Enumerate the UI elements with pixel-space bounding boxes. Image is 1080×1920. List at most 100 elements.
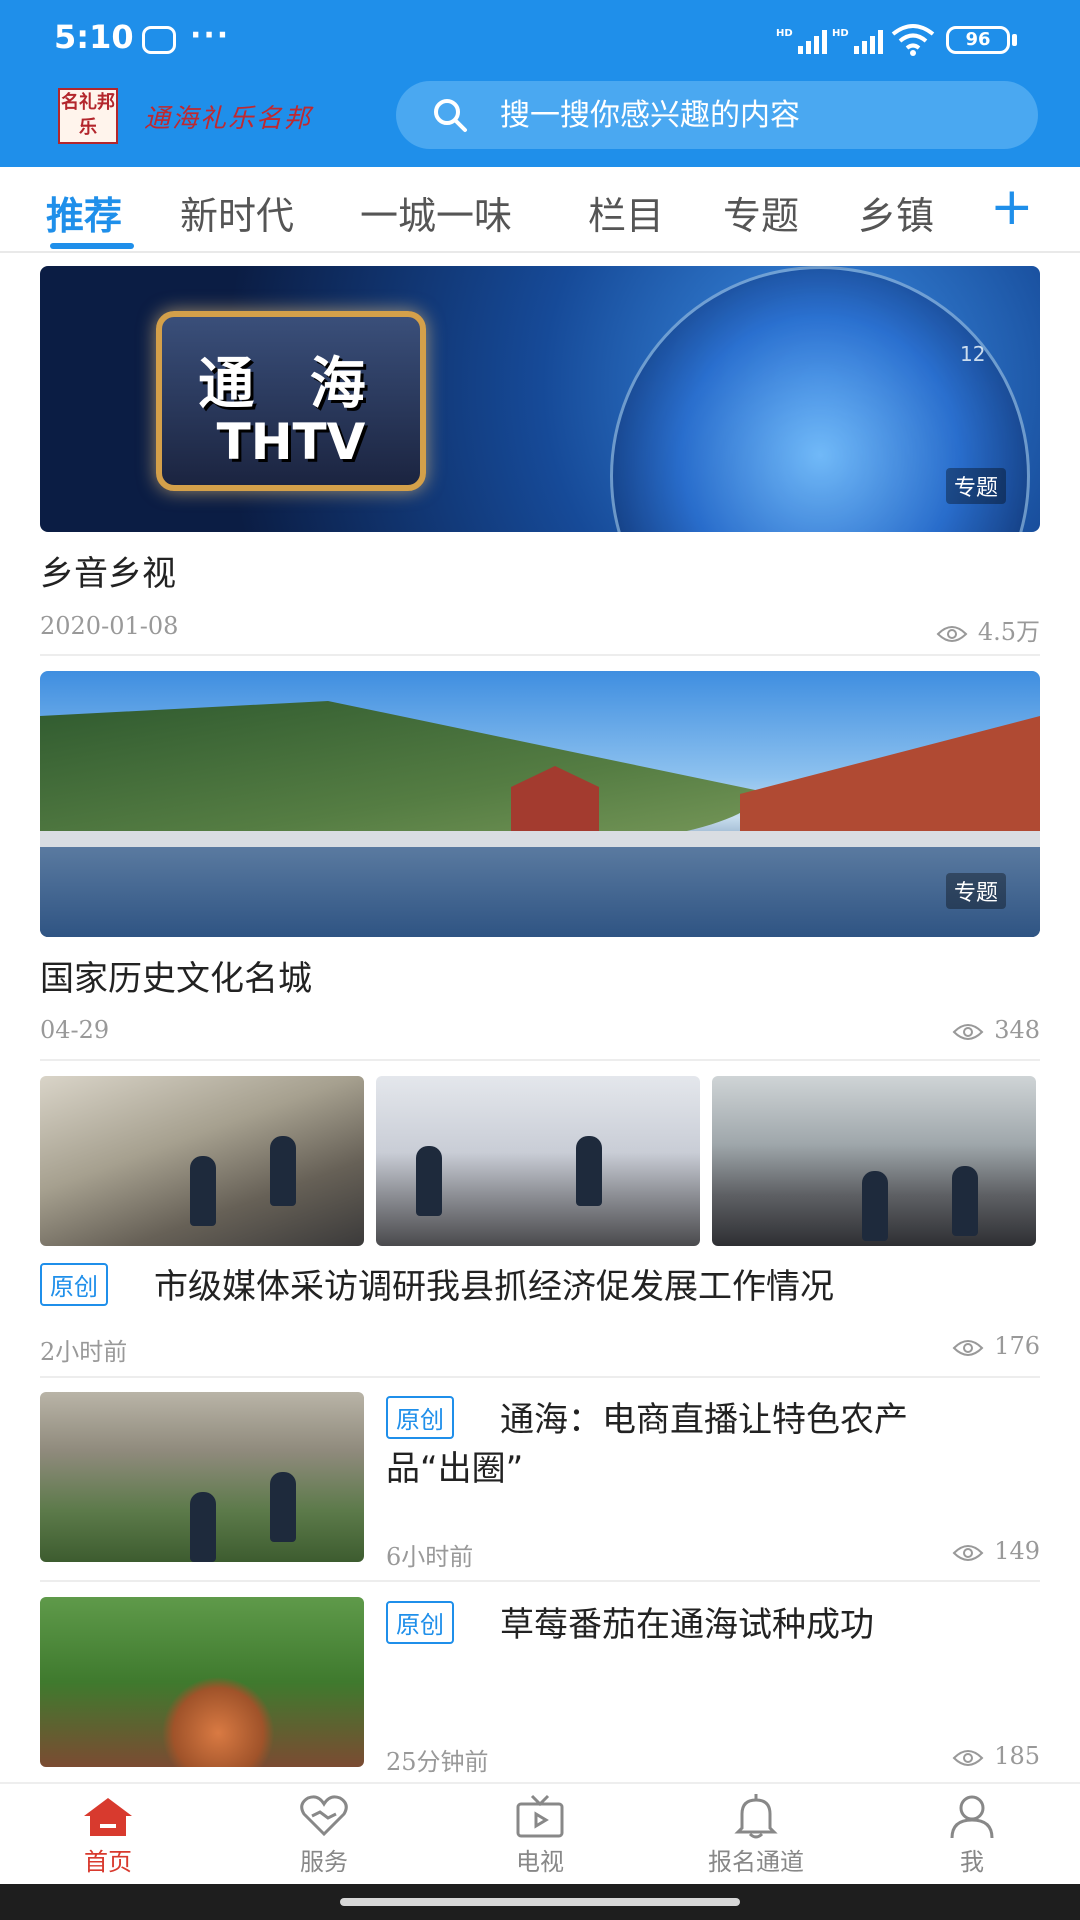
nav-registration[interactable]: 报名通道 (648, 1792, 864, 1877)
eye-icon (952, 1023, 984, 1040)
article-photo[interactable] (376, 1076, 700, 1246)
tab-new-era[interactable]: 新时代 (180, 185, 294, 240)
nav-label: 电视 (516, 1848, 564, 1876)
system-gesture-bar (0, 1884, 1080, 1920)
nav-service[interactable]: 服务 (216, 1792, 432, 1877)
divider (40, 1580, 1040, 1582)
nav-tv[interactable]: 电视 (432, 1792, 648, 1877)
view-count: 185 (870, 1742, 1040, 1770)
add-tab-button[interactable]: + (990, 177, 1034, 237)
status-bar: 5:10 ··· HD HD 96 (0, 0, 1080, 78)
view-count-value: 4.5万 (977, 618, 1040, 646)
view-count-value: 149 (994, 1537, 1040, 1565)
thtv-logo-box: 通 海 THTV (156, 311, 426, 491)
hill-graphic (40, 701, 760, 851)
thtv-logo-cn: 通 海 (198, 352, 384, 417)
eye-icon (952, 1339, 984, 1356)
view-count: 4.5万 (870, 612, 1040, 647)
photo-figure (190, 1156, 216, 1226)
article-time: 6小时前 (386, 1543, 474, 1571)
more-notifications-icon: ··· (190, 18, 231, 53)
home-icon (84, 1798, 132, 1836)
article-thumbnail[interactable] (40, 1597, 364, 1767)
tab-recommend[interactable]: 推荐 (46, 185, 122, 240)
nav-label: 报名通道 (708, 1848, 804, 1876)
search-icon (434, 99, 467, 132)
search-bar[interactable] (396, 81, 1038, 149)
search-input[interactable] (500, 91, 1010, 139)
article-title[interactable]: 乡音乡视 (40, 546, 176, 595)
user-icon (950, 1795, 994, 1839)
service-icon (300, 1795, 348, 1837)
app-logo[interactable]: 名礼邦乐 (58, 88, 118, 144)
eye-icon (936, 625, 968, 642)
article-thumbnail[interactable] (40, 1392, 364, 1562)
active-tab-indicator (50, 243, 134, 249)
battery-tip (1012, 34, 1017, 46)
bottom-navigation: 首页 服务 电视 报名通道 我 (0, 1782, 1080, 1884)
original-tag: 原创 (386, 1396, 454, 1439)
message-icon (142, 26, 176, 54)
photo-figure (862, 1171, 888, 1241)
nav-home[interactable]: 首页 (0, 1792, 216, 1877)
divider (40, 1059, 1040, 1061)
view-count-value: 348 (994, 1016, 1040, 1044)
photo-figure (576, 1136, 602, 1206)
divider (40, 1376, 1040, 1378)
nav-label: 服务 (300, 1848, 348, 1876)
tab-topics[interactable]: 专题 (723, 185, 799, 240)
nav-label: 首页 (84, 1848, 132, 1876)
original-tag: 原创 (386, 1601, 454, 1644)
wifi-icon (891, 24, 935, 56)
photo-figure (190, 1492, 216, 1562)
view-count: 348 (870, 1016, 1040, 1044)
article-date: 04-29 (40, 1016, 110, 1044)
view-count: 149 (870, 1537, 1040, 1565)
svg-text:HD: HD (776, 28, 793, 39)
hd-signal-icon: HD (832, 28, 883, 54)
tab-columns[interactable]: 栏目 (588, 185, 664, 240)
svg-text:HD: HD (832, 28, 849, 39)
topic-badge: 专题 (945, 468, 1006, 504)
nav-me[interactable]: 我 (864, 1792, 1080, 1877)
thtv-logo-en: THTV (216, 413, 366, 471)
home-gesture-handle[interactable] (340, 1898, 740, 1906)
topic-badge: 专题 (945, 873, 1006, 909)
water-graphic (40, 847, 1040, 937)
article-time: 2小时前 (40, 1338, 128, 1366)
tab-city-flavor[interactable]: 一城一味 (360, 185, 512, 240)
banner-image-thtv[interactable]: 通 海 THTV 12 专题 (40, 266, 1040, 532)
battery-icon: 96 (946, 26, 1010, 54)
tab-towns[interactable]: 乡镇 (858, 185, 934, 240)
photo-figure (952, 1166, 978, 1236)
original-tag: 原创 (40, 1263, 108, 1306)
article-title[interactable]: 市级媒体采访调研我县抓经济促发展工作情况 (154, 1259, 834, 1308)
category-tabs: 推荐 新时代 一城一味 栏目 专题 乡镇 + (0, 167, 1080, 253)
hd-signal-icon: HD (776, 28, 827, 54)
photo-figure (270, 1472, 296, 1542)
photo-figure (416, 1146, 442, 1216)
banner-image-historic-city[interactable]: 专题 (40, 671, 1040, 937)
railing-graphic (40, 831, 1040, 847)
article-time: 25分钟前 (386, 1748, 489, 1776)
view-count: 176 (870, 1332, 1040, 1360)
divider (40, 654, 1040, 656)
status-time: 5:10 (54, 18, 134, 56)
article-title-line2[interactable]: 品“出圈” (386, 1441, 523, 1490)
app-header: 5:10 ··· HD HD 96 名礼邦乐 通海礼乐名邦 (0, 0, 1080, 167)
article-photo[interactable] (712, 1076, 1036, 1246)
article-title-line1[interactable]: 通海：电商直播让特色农产 (500, 1392, 908, 1441)
article-photo[interactable] (40, 1076, 364, 1246)
app-logo-text: 通海礼乐名邦 (144, 104, 313, 134)
red-wall-graphic (740, 716, 1040, 846)
bell-icon (734, 1794, 778, 1839)
eye-icon (952, 1749, 984, 1766)
eye-icon (952, 1544, 984, 1561)
view-count-value: 185 (994, 1742, 1040, 1770)
article-title[interactable]: 国家历史文化名城 (40, 951, 312, 1000)
photo-figure (270, 1136, 296, 1206)
article-title[interactable]: 草莓番茄在通海试种成功 (500, 1597, 874, 1646)
nav-label: 我 (960, 1848, 984, 1876)
view-count-value: 176 (994, 1332, 1040, 1360)
logo-seal-text: 名礼邦乐 (61, 92, 115, 138)
